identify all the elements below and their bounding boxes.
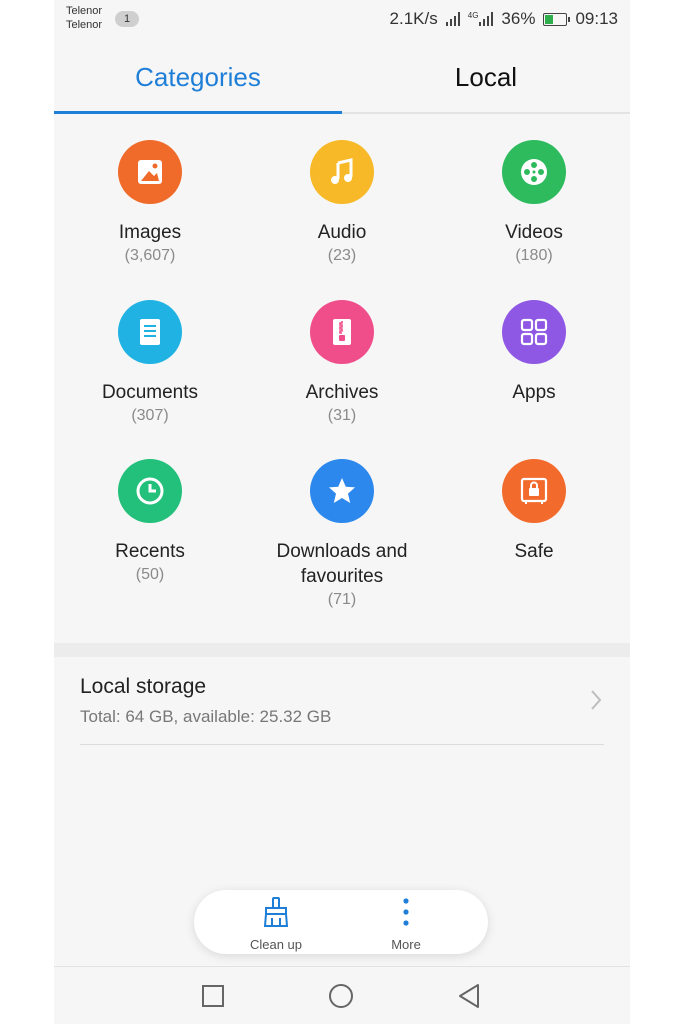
active-tab-indicator [54, 111, 342, 114]
battery-percent: 36% [501, 9, 536, 28]
carrier-2: Telenor [66, 19, 103, 31]
category-name: Documents [101, 382, 199, 403]
clean-up-button[interactable]: Clean up [216, 894, 336, 952]
battery-icon [543, 12, 571, 26]
navigation-bar [54, 966, 630, 1024]
home-icon[interactable] [326, 981, 356, 1011]
category-count: (71) [327, 591, 357, 608]
clock-icon [118, 459, 182, 523]
category-downloads-favourites[interactable]: Downloads and favourites (71) [246, 445, 438, 611]
divider-line [80, 744, 604, 745]
local-storage-row[interactable]: Local storage Total: 64 GB, available: 2… [54, 657, 630, 747]
star-icon [310, 459, 374, 523]
category-safe[interactable]: Safe [438, 445, 630, 564]
category-apps[interactable]: Apps [438, 286, 630, 405]
tab-local[interactable]: Local [342, 48, 630, 112]
category-name: Safe [514, 541, 554, 562]
clean-up-label: Clean up [249, 937, 303, 952]
archive-zip-icon [310, 300, 374, 364]
category-images[interactable]: Images (3,607) [54, 126, 246, 267]
signal-2-icon [479, 12, 494, 26]
category-count: (307) [131, 407, 169, 424]
category-count: (180) [515, 247, 553, 264]
sim-badge: 1 [115, 11, 139, 27]
chevron-right-icon [591, 690, 602, 710]
category-count: (3,607) [124, 247, 176, 264]
bottom-action-bar: Clean up More [194, 890, 488, 954]
local-storage-title: Local storage [80, 675, 207, 698]
more-vertical-icon [403, 898, 409, 926]
category-audio[interactable]: Audio (23) [246, 126, 438, 267]
category-name: Videos [505, 222, 563, 243]
film-reel-icon [502, 140, 566, 204]
category-count: (50) [135, 566, 165, 583]
network-type: 4G [467, 11, 479, 20]
status-bar: Telenor Telenor 1 2.1K/s 4G 36% 09:13 [54, 0, 630, 40]
document-icon [118, 300, 182, 364]
recent-apps-icon[interactable] [198, 981, 228, 1011]
category-name: Archives [305, 382, 379, 403]
network-speed: 2.1K/s [389, 9, 438, 28]
category-documents[interactable]: Documents (307) [54, 286, 246, 427]
music-note-icon [310, 140, 374, 204]
signal-icon [445, 12, 460, 26]
status-indicators: 2.1K/s 4G 36% 09:13 [390, 9, 618, 29]
category-archives[interactable]: Archives (31) [246, 286, 438, 427]
clock: 09:13 [575, 9, 618, 28]
category-count: (23) [327, 247, 357, 264]
back-icon[interactable] [454, 981, 484, 1011]
tab-bar: Categories Local [54, 48, 630, 116]
more-button[interactable]: More [346, 894, 466, 952]
safe-lock-icon [502, 459, 566, 523]
apps-grid-icon [502, 300, 566, 364]
category-name: Audio [317, 222, 367, 243]
file-manager-screen: Telenor Telenor 1 2.1K/s 4G 36% 09:13 Ca… [54, 0, 630, 1024]
category-name: Downloads and favourites [276, 541, 408, 587]
broom-icon [263, 897, 289, 927]
carrier-1: Telenor [66, 5, 103, 17]
local-storage-details: Total: 64 GB, available: 25.32 GB [80, 707, 332, 726]
category-count: (31) [327, 407, 357, 424]
category-recents[interactable]: Recents (50) [54, 445, 246, 586]
category-videos[interactable]: Videos (180) [438, 126, 630, 267]
section-divider [54, 643, 630, 657]
image-icon [118, 140, 182, 204]
category-name: Images [118, 222, 182, 243]
carrier-names: Telenor Telenor [66, 4, 102, 32]
tab-categories[interactable]: Categories [54, 48, 342, 112]
category-name: Apps [512, 382, 556, 403]
more-label: More [391, 937, 421, 952]
category-name: Recents [115, 541, 185, 562]
